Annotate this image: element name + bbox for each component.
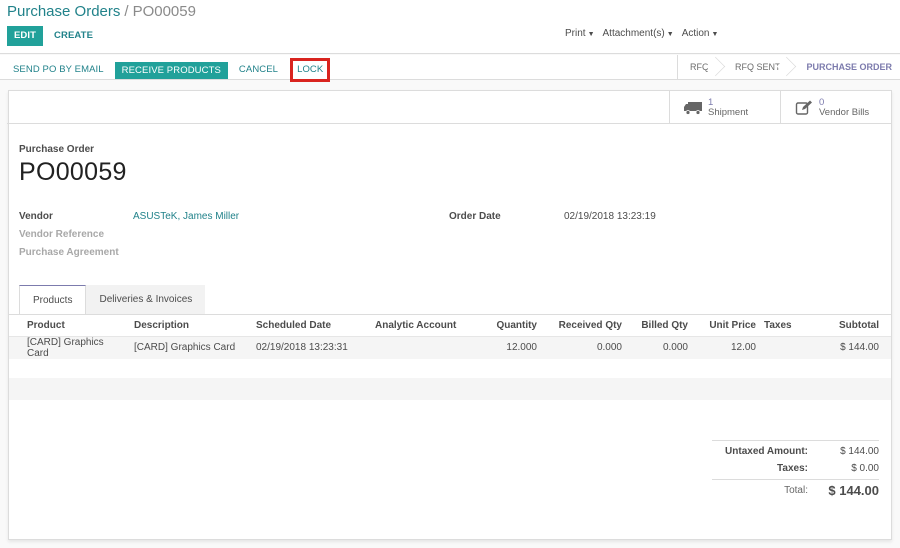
edit-button[interactable]: EDIT <box>7 26 44 46</box>
stage-rfq-sent[interactable]: RFQ SENT <box>719 55 791 80</box>
cell-received-qty[interactable]: 0.000 <box>541 336 626 359</box>
form-title: PO00059 <box>19 158 127 186</box>
create-button[interactable]: CREATE <box>48 26 99 46</box>
column-header-product[interactable]: Product <box>9 315 130 337</box>
vendor-bills-label: Vendor Bills <box>819 106 870 118</box>
status-stages: RFQ RFQ SENT PURCHASE ORDER <box>676 55 900 80</box>
table-header-row: Product Description Scheduled Date Analy… <box>9 315 891 337</box>
breadcrumb-purchase-orders[interactable]: Purchase Orders <box>7 3 120 20</box>
print-label: Print <box>565 28 586 39</box>
vendor-bills-stat: 0 Vendor Bills <box>819 97 870 118</box>
order-date-value: 02/19/2018 13:23:19 <box>564 211 656 222</box>
vendor-value[interactable]: ASUSTeK, James Miller <box>133 211 239 222</box>
column-header-description[interactable]: Description <box>130 315 252 337</box>
column-header-billed-qty[interactable]: Billed Qty <box>626 315 692 337</box>
totals-summary: Untaxed Amount: $ 144.00 Taxes: $ 0.00 T… <box>712 440 879 501</box>
status-buttons: SEND PO BY EMAIL RECEIVE PRODUCTS CANCEL… <box>7 58 331 82</box>
taxes-label: Taxes: <box>777 463 808 474</box>
column-header-analytic-account[interactable]: Analytic Account <box>371 315 466 337</box>
lock-highlight-box: LOCK <box>290 58 331 82</box>
purchase-agreement-label: Purchase Agreement <box>19 247 119 258</box>
stage-rfq[interactable]: RFQ <box>678 55 719 80</box>
form-sheet: 1 Shipment 0 Vendor Bills Purchase Order… <box>7 90 892 540</box>
tab-deliveries-invoices[interactable]: Deliveries & Invoices <box>86 285 206 314</box>
cell-subtotal[interactable]: $ 144.00 <box>805 336 891 359</box>
total-label: Total: <box>784 485 808 496</box>
truck-icon <box>682 100 704 116</box>
total-value: $ 144.00 <box>828 483 879 498</box>
cell-scheduled-date[interactable]: 02/19/2018 13:23:31 <box>252 336 371 359</box>
shipment-stat: 1 Shipment <box>708 97 749 118</box>
smart-button-box: 1 Shipment 0 Vendor Bills <box>7 91 891 124</box>
form-buttons: EDIT CREATE <box>7 26 99 46</box>
notebook-tabs: Products Deliveries & Invoices <box>19 285 206 315</box>
order-lines-table: Product Description Scheduled Date Analy… <box>9 315 891 359</box>
sidebar-menus: Print ▼ Attachment(s) ▼ Action ▼ <box>565 28 718 39</box>
cell-taxes[interactable] <box>760 336 805 359</box>
breadcrumb-separator: / <box>124 3 129 20</box>
form-title-label: Purchase Order <box>19 144 95 155</box>
cell-product[interactable]: [CARD] Graphics Card <box>9 336 130 359</box>
control-panel: Purchase Orders / PO00059 EDIT CREATE Prin… <box>0 0 900 54</box>
empty-row <box>9 378 891 400</box>
attachments-label: Attachment(s) <box>602 28 665 39</box>
column-header-received-qty[interactable]: Received Qty <box>541 315 626 337</box>
attachments-dropdown[interactable]: Attachment(s) ▼ <box>603 28 674 39</box>
vendor-bills-smart-button[interactable]: 0 Vendor Bills <box>780 91 891 124</box>
edit-icon <box>793 100 815 116</box>
column-header-taxes[interactable]: Taxes <box>760 315 805 337</box>
shipment-label: Shipment <box>708 106 749 118</box>
cell-analytic-account[interactable] <box>371 336 466 359</box>
statusbar: SEND PO BY EMAIL RECEIVE PRODUCTS CANCEL… <box>0 55 900 82</box>
receive-products-button[interactable]: RECEIVE PRODUCTS <box>114 61 228 79</box>
shipment-smart-button[interactable]: 1 Shipment <box>669 91 780 124</box>
taxes-value: $ 0.00 <box>851 463 879 474</box>
cell-unit-price[interactable]: 12.00 <box>692 336 760 359</box>
breadcrumb-current: PO00059 <box>132 3 196 20</box>
untaxed-amount-row: Untaxed Amount: $ 144.00 <box>712 443 879 460</box>
cell-description[interactable]: [CARD] Graphics Card <box>130 336 252 359</box>
tab-products[interactable]: Products <box>19 285 87 315</box>
column-header-unit-price[interactable]: Unit Price <box>692 315 760 337</box>
untaxed-amount-value: $ 144.00 <box>840 446 879 457</box>
cell-billed-qty[interactable]: 0.000 <box>626 336 692 359</box>
taxes-row: Taxes: $ 0.00 <box>712 460 879 477</box>
column-header-quantity[interactable]: Quantity <box>466 315 541 337</box>
cell-quantity[interactable]: 12.000 <box>466 336 541 359</box>
vendor-reference-label: Vendor Reference <box>19 229 105 240</box>
caret-down-icon: ▼ <box>711 31 719 38</box>
total-row: Total: $ 144.00 <box>712 479 879 501</box>
lock-button[interactable]: LOCK <box>295 60 325 80</box>
cancel-button[interactable]: CANCEL <box>233 60 284 80</box>
caret-down-icon: ▼ <box>587 31 595 38</box>
table-row[interactable]: [CARD] Graphics Card [CARD] Graphics Car… <box>9 336 891 359</box>
send-po-by-email-button[interactable]: SEND PO BY EMAIL <box>7 60 110 80</box>
breadcrumb: Purchase Orders / PO00059 <box>7 3 196 20</box>
stage-purchase-order[interactable]: PURCHASE ORDER <box>790 55 900 80</box>
print-dropdown[interactable]: Print ▼ <box>565 28 595 39</box>
column-header-scheduled-date[interactable]: Scheduled Date <box>252 315 371 337</box>
untaxed-amount-label: Untaxed Amount: <box>725 446 808 457</box>
column-header-subtotal[interactable]: Subtotal <box>805 315 891 337</box>
action-label: Action <box>681 28 710 39</box>
vendor-label: Vendor <box>19 211 53 222</box>
caret-down-icon: ▼ <box>666 31 674 38</box>
action-dropdown[interactable]: Action ▼ <box>682 28 719 39</box>
empty-row <box>9 357 891 379</box>
order-date-label: Order Date <box>449 211 501 222</box>
